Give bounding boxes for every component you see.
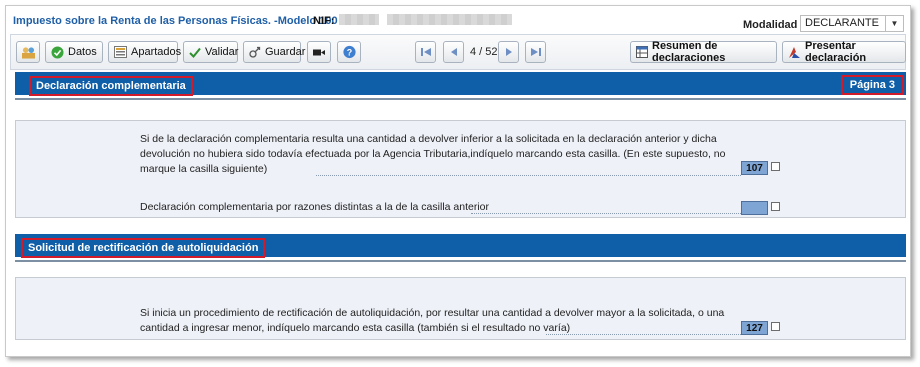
- first-page-icon: [419, 46, 432, 59]
- casilla-127-text: Si inicia un procedimiento de rectificac…: [140, 307, 725, 334]
- checkmark-icon: [189, 46, 201, 59]
- next-page-button[interactable]: [498, 41, 519, 63]
- casilla-107: 107: [741, 161, 768, 175]
- svg-text:?: ?: [346, 47, 351, 57]
- modalidad-label: Modalidad: [743, 19, 798, 31]
- page-number-badge: Página 3: [840, 75, 904, 95]
- resumen-button[interactable]: Resumen de declaraciones: [630, 40, 777, 64]
- section-title: Solicitud de rectificación de autoliquid…: [21, 238, 266, 258]
- last-page-icon: [529, 46, 542, 59]
- validar-button[interactable]: Validar: [183, 41, 238, 63]
- apartados-button[interactable]: Apartados: [108, 41, 182, 63]
- casilla-107-text: Si de la declaración complementaria resu…: [140, 133, 726, 175]
- panel-rectificacion: Si inicia un procedimiento de rectificac…: [15, 277, 906, 340]
- casilla-107-checkbox[interactable]: [771, 162, 780, 171]
- people-icon: [21, 46, 35, 59]
- datos-label: Datos: [68, 46, 97, 58]
- dotted-leader: [546, 334, 741, 335]
- casilla-108-checkbox[interactable]: [771, 202, 780, 211]
- section-divider: [15, 260, 906, 262]
- resumen-label: Resumen de declaraciones: [652, 40, 726, 64]
- dotted-leader: [316, 175, 741, 176]
- presentar-label: Presentar declaración: [805, 40, 867, 64]
- save-icon: [249, 46, 261, 59]
- next-page-icon: [502, 46, 515, 59]
- nif-redacted: [387, 14, 512, 25]
- validar-label: Validar: [205, 46, 239, 58]
- home-button[interactable]: [16, 41, 40, 63]
- casilla-127-checkbox[interactable]: [771, 322, 780, 331]
- app-title: Impuesto sobre la Renta de las Personas …: [13, 15, 338, 27]
- check-circle-icon: [51, 46, 64, 59]
- previous-page-button[interactable]: [443, 41, 464, 63]
- presentar-button[interactable]: Presentar declaración: [782, 40, 906, 64]
- submit-icon: [788, 46, 801, 59]
- app-window: Impuesto sobre la Renta de las Personas …: [5, 5, 911, 357]
- last-page-button[interactable]: [525, 41, 546, 63]
- casilla-108: [741, 201, 768, 215]
- toolbar: Datos Apartados Validar Guardar ? 4 / 52…: [10, 34, 906, 70]
- datos-button[interactable]: Datos: [45, 41, 103, 63]
- video-button[interactable]: [307, 41, 331, 63]
- section-divider: [15, 98, 906, 100]
- nif-redacted: [339, 14, 379, 25]
- video-camera-icon: [313, 46, 326, 59]
- section-header-declaracion-complementaria: Declaración complementaria Página 3: [15, 72, 906, 100]
- sections-icon: [114, 46, 127, 59]
- casilla-127: 127: [741, 321, 768, 335]
- apartados-label: Apartados: [131, 46, 182, 58]
- panel-declaracion-complementaria: Si de la declaración complementaria resu…: [15, 120, 906, 218]
- nif-label: NIF:: [313, 15, 335, 27]
- modalidad-select[interactable]: DECLARANTE ▼: [800, 15, 904, 32]
- modalidad-value: DECLARANTE: [805, 17, 879, 29]
- first-page-button[interactable]: [415, 41, 436, 63]
- help-icon: ?: [342, 45, 356, 59]
- section-title: Declaración complementaria: [29, 76, 193, 96]
- dotted-leader: [471, 213, 741, 214]
- header: Impuesto sobre la Renta de las Personas …: [6, 6, 910, 34]
- guardar-label: Guardar: [265, 46, 306, 58]
- section-header-rectificacion: Solicitud de rectificación de autoliquid…: [15, 234, 906, 262]
- help-button[interactable]: ?: [337, 41, 361, 63]
- previous-page-icon: [447, 46, 460, 59]
- guardar-button[interactable]: Guardar: [243, 41, 305, 63]
- chevron-down-icon[interactable]: ▼: [885, 16, 903, 31]
- page-indicator: 4 / 52: [470, 46, 498, 58]
- table-icon: [636, 46, 648, 59]
